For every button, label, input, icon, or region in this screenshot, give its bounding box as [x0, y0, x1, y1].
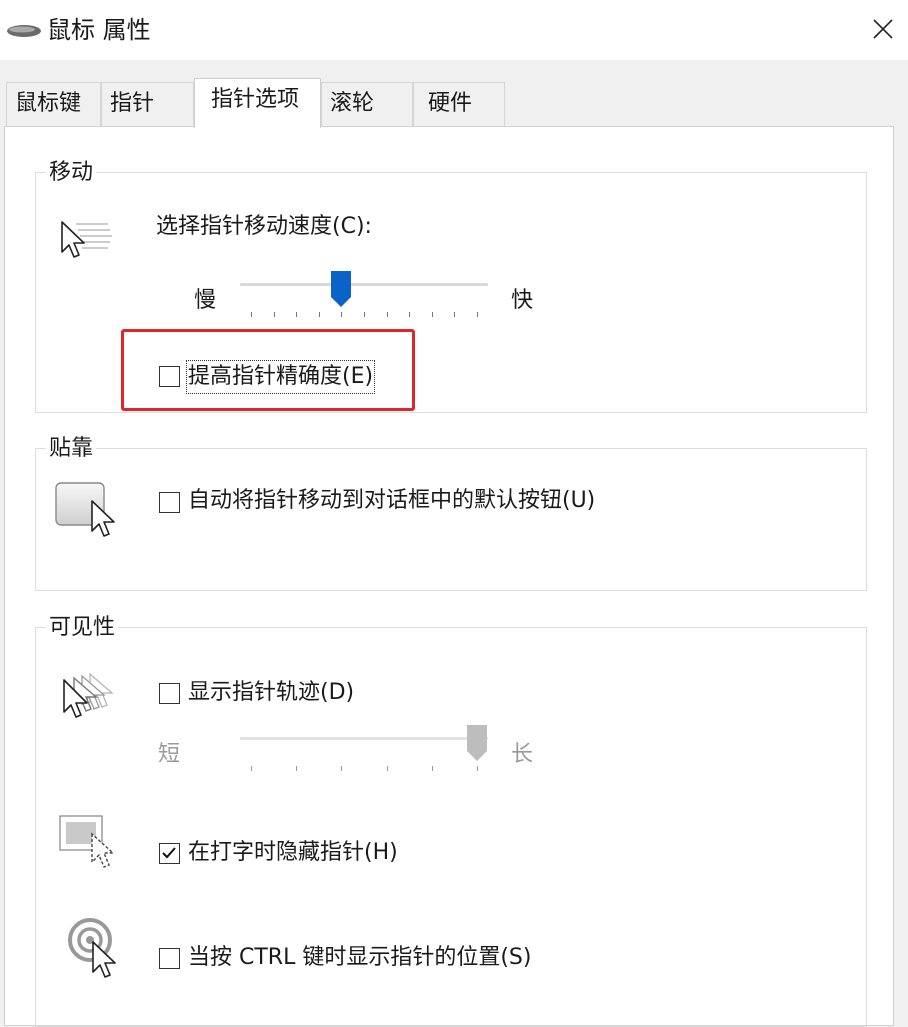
snap-to-label: 自动将指针移动到对话框中的默认按钮(U): [188, 488, 596, 513]
speed-slider[interactable]: [240, 270, 488, 320]
ctrl-locate-icon: [68, 918, 116, 978]
tab-mouse-buttons[interactable]: 鼠标键: [6, 82, 101, 126]
tab-label: 指针选项: [211, 87, 300, 112]
slider-tick: [341, 766, 342, 771]
close-button[interactable]: [862, 8, 906, 52]
slider-tick: [251, 766, 252, 771]
slider-track: [240, 283, 488, 286]
slider-tick: [387, 312, 388, 317]
slider-tick: [477, 766, 478, 771]
tab-label: 滚轮: [330, 91, 375, 116]
slider-tick: [296, 766, 297, 771]
short-label: 短: [158, 742, 181, 767]
slider-tick: [477, 312, 478, 317]
slider-tick: [296, 312, 297, 317]
slider-thumb[interactable]: [466, 724, 488, 762]
slider-tick: [341, 312, 342, 317]
slider-tick: [432, 766, 433, 771]
tab-label: 指针: [110, 91, 155, 116]
snap-to-checkbox[interactable]: [159, 492, 180, 513]
motion-group-title: 移动: [46, 158, 97, 188]
trails-label: 显示指针轨迹(D): [188, 680, 355, 705]
slider-tick: [454, 312, 455, 317]
hide-while-typing-checkbox[interactable]: [159, 843, 180, 864]
long-label: 长: [511, 742, 534, 767]
snap-to-group-title: 贴靠: [46, 434, 97, 464]
tab-pointer-options[interactable]: 指针选项: [194, 78, 321, 128]
pointer-trails-icon: [63, 672, 114, 718]
snap-to-group: [35, 448, 867, 591]
checkmark-icon: [162, 847, 176, 859]
close-icon: [873, 19, 893, 39]
hide-while-typing-label: 在打字时隐藏指针(H): [188, 840, 398, 865]
slider-tick: [364, 312, 365, 317]
tab-label: 鼠标键: [15, 91, 82, 116]
trail-length-slider[interactable]: [240, 724, 488, 774]
slider-tick: [409, 312, 410, 317]
slider-tick: [432, 312, 433, 317]
slow-label: 慢: [194, 288, 217, 313]
slider-tick: [251, 312, 252, 317]
slider-tick: [274, 312, 275, 317]
tab-wheel[interactable]: 滚轮: [321, 82, 413, 126]
ctrl-show-checkbox[interactable]: [159, 948, 180, 969]
visibility-group-title: 可见性: [46, 613, 119, 643]
hide-pointer-icon: [59, 815, 115, 868]
snap-button-icon: [55, 482, 115, 537]
slider-track: [240, 737, 488, 740]
fast-label: 快: [511, 288, 534, 313]
ctrl-show-label: 当按 CTRL 键时显示指针的位置(S): [188, 945, 532, 970]
slider-tick: [319, 312, 320, 317]
tab-pointers[interactable]: 指针: [101, 82, 194, 126]
slider-thumb[interactable]: [330, 270, 352, 308]
trails-checkbox[interactable]: [159, 683, 180, 704]
precision-checkbox[interactable]: [159, 366, 180, 387]
mouse-icon: [7, 25, 41, 37]
window-title: 鼠标 属性: [47, 16, 151, 44]
pointer-speed-icon: [61, 221, 112, 258]
tab-hardware[interactable]: 硬件: [413, 82, 505, 126]
speed-label: 选择指针移动速度(C):: [156, 214, 372, 239]
tab-label: 硬件: [428, 91, 473, 116]
precision-label: 提高指针精确度(E): [185, 360, 376, 394]
title-bar: 鼠标 属性: [0, 0, 908, 60]
slider-tick: [387, 766, 388, 771]
